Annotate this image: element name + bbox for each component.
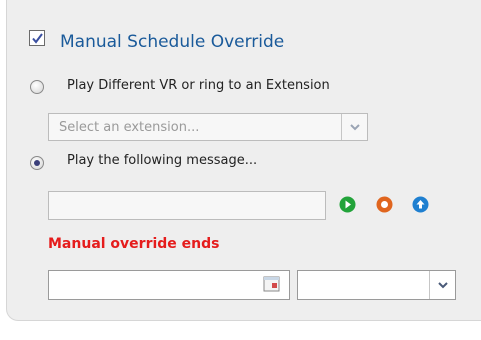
calendar-button[interactable] <box>263 275 283 295</box>
extension-dropdown-button[interactable] <box>341 114 367 140</box>
manual-override-title: Manual Schedule Override <box>60 32 285 52</box>
radio-play-message-label: Play the following message... <box>67 153 258 168</box>
extension-select-placeholder: Select an extension... <box>59 120 200 135</box>
play-icon <box>339 196 356 213</box>
play-button[interactable] <box>339 196 356 213</box>
message-input[interactable] <box>48 191 326 220</box>
radio-play-different-vr[interactable] <box>30 80 44 94</box>
override-ends-label: Manual override ends <box>48 236 220 252</box>
chevron-down-icon <box>437 281 448 288</box>
upload-icon <box>412 196 429 213</box>
radio-play-different-vr-label: Play Different VR or ring to an Extensio… <box>67 78 330 93</box>
record-icon <box>376 196 393 213</box>
upload-button[interactable] <box>412 196 429 213</box>
calendar-icon <box>263 276 280 292</box>
extension-select[interactable]: Select an extension... <box>48 113 368 141</box>
override-end-time-select[interactable] <box>297 270 456 300</box>
time-dropdown-button[interactable] <box>429 271 455 299</box>
record-button[interactable] <box>376 196 393 213</box>
override-end-date-input[interactable] <box>48 270 290 300</box>
checkmark-icon <box>32 33 43 44</box>
manual-override-checkbox[interactable] <box>29 30 45 46</box>
chevron-down-icon <box>349 123 360 130</box>
radio-play-message[interactable] <box>30 156 44 170</box>
